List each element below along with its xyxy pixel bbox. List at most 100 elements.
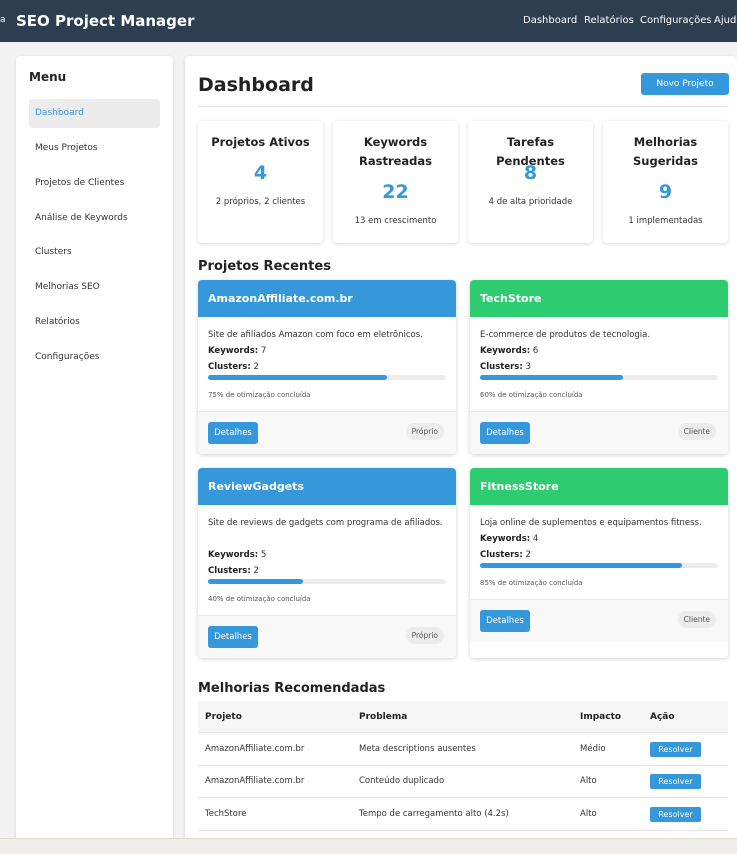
sidebar-item-analise-keywords[interactable]: Análise de Keywords [29, 204, 160, 233]
project-description: Site de afiliados Amazon com foco em ele… [208, 330, 423, 340]
project-description: E-commerce de produtos de tecnologia. [480, 330, 651, 340]
horizontal-scrollbar[interactable] [0, 838, 737, 854]
sidebar-item-meus-projetos[interactable]: Meus Projetos [29, 134, 160, 163]
clusters-label: Clusters: [208, 362, 251, 372]
details-button[interactable]: Detalhes [480, 610, 530, 632]
row-divider [198, 830, 728, 831]
progress-text: 40% de otimização concluída [208, 595, 311, 603]
details-button[interactable]: Detalhes [480, 422, 530, 444]
stat-subtitle: 1 implementadas [628, 216, 703, 226]
progress-fill [480, 563, 683, 568]
stat-subtitle: 2 próprios, 2 clientes [215, 197, 306, 207]
project-type-badge: Próprio [405, 423, 444, 440]
progress-bar [480, 375, 718, 380]
sidebar-item-relatorios[interactable]: Relatórios [29, 308, 160, 337]
stat-subtitle: 13 em crescimento [354, 216, 437, 226]
stat-value: 22 [382, 181, 409, 203]
project-card-header: ReviewGadgets [198, 468, 456, 505]
table-cell-projeto: AmazonAffiliate.com.br [205, 744, 305, 754]
project-name[interactable]: ReviewGadgets [208, 480, 304, 493]
progress-text: 85% de otimização concluída [480, 579, 583, 587]
progress-bar [208, 579, 446, 584]
clusters-value: 2 [525, 550, 531, 560]
project-clusters: Clusters: 2 [208, 362, 259, 372]
table-cell-impacto: Alto [580, 776, 597, 786]
progress-bar [480, 563, 718, 568]
row-divider [198, 732, 728, 733]
recent-projects-title: Projetos Recentes [198, 259, 331, 274]
sidebar-item-projetos-clientes[interactable]: Projetos de Clientes [29, 169, 160, 198]
keywords-label: Keywords: [480, 346, 531, 356]
column-header-acao: Ação [650, 712, 675, 722]
project-card-footer: Detalhes Cliente [470, 411, 728, 454]
project-card-footer: Detalhes Próprio [198, 615, 456, 658]
progress-text: 75% de otimização concluída [208, 391, 311, 399]
stat-card-tarefas: Tarefas Pendentes 8 4 de alta prioridade [468, 121, 593, 243]
title-divider [198, 106, 728, 107]
progress-fill [208, 579, 304, 584]
project-name[interactable]: TechStore [480, 292, 541, 305]
stat-value: 8 [523, 162, 538, 184]
nav-ajuda[interactable]: Ajuda [714, 15, 737, 26]
stat-card-melhorias: Melhorias Sugeridas 9 1 implementadas [603, 121, 728, 243]
table-header: Projeto Problema Impacto Ação [198, 701, 728, 732]
project-card: ReviewGadgets Site de reviews de gadgets… [198, 468, 456, 658]
project-card-footer: Detalhes Próprio [198, 411, 456, 454]
sidebar-item-clusters[interactable]: Clusters [29, 238, 160, 267]
clusters-value: 3 [525, 362, 531, 372]
resolve-button[interactable]: Resolver [650, 807, 701, 822]
progress-text: 60% de otimização concluída [480, 391, 583, 399]
stat-card-projetos-ativos: Projetos Ativos 4 2 próprios, 2 clientes [198, 121, 323, 243]
project-keywords: Keywords: 6 [480, 346, 538, 356]
project-name[interactable]: FitnessStore [480, 480, 559, 493]
table-cell-problema: Conteúdo duplicado [359, 776, 445, 786]
progress-bar [208, 375, 446, 380]
project-card: FitnessStore Loja online de suplementos … [470, 468, 728, 658]
table-cell-problema: Tempo de carregamento alto (4.2s) [359, 809, 509, 819]
column-header-impacto: Impacto [580, 712, 622, 722]
project-card: TechStore E-commerce de produtos de tecn… [470, 280, 728, 454]
column-header-problema: Problema [359, 712, 408, 722]
stat-title: Keywords Rastreadas [358, 135, 433, 168]
project-keywords: Keywords: 5 [208, 550, 266, 560]
improvements-title: Melhorias Recomendadas [198, 681, 386, 696]
stat-subtitle: 4 de alta prioridade [488, 197, 573, 207]
table-cell-impacto: Médio [580, 744, 606, 754]
sidebar-item-dashboard[interactable]: Dashboard [29, 99, 160, 128]
project-keywords: Keywords: 4 [480, 534, 538, 544]
sidebar-item-melhorias-seo[interactable]: Melhorias SEO [29, 273, 160, 302]
new-project-button[interactable]: Novo Projeto [641, 73, 729, 95]
project-name[interactable]: AmazonAffiliate.com.br [208, 292, 353, 305]
stat-title: Melhorias Sugeridas [633, 135, 698, 168]
details-button[interactable]: Detalhes [208, 626, 258, 648]
table-cell-projeto: TechStore [205, 809, 247, 819]
main-panel: Dashboard Novo Projeto Projetos Ativos 4… [185, 56, 737, 846]
nav-dashboard[interactable]: Dashboard [523, 15, 577, 26]
sidebar-item-configuracoes[interactable]: Configurações [29, 343, 160, 372]
resolve-button[interactable]: Resolver [650, 742, 701, 757]
sidebar-title: Menu [29, 70, 67, 84]
project-type-badge: Cliente [677, 611, 716, 628]
page-title: Dashboard [198, 74, 314, 96]
nav-relatorios[interactable]: Relatórios [584, 15, 634, 26]
row-divider [198, 797, 728, 798]
project-description: Site de reviews de gadgets com programa … [208, 518, 443, 528]
project-type-badge: Cliente [677, 423, 716, 440]
project-clusters: Clusters: 2 [208, 566, 259, 576]
project-card-header: AmazonAffiliate.com.br [198, 280, 456, 317]
progress-fill [480, 375, 623, 380]
clusters-label: Clusters: [480, 362, 523, 372]
project-card-header: TechStore [470, 280, 728, 317]
sidebar: Menu Dashboard Meus Projetos Projetos de… [16, 56, 173, 846]
project-keywords: Keywords: 7 [208, 346, 266, 356]
clipped-edge-text: a [0, 15, 6, 25]
project-card-header: FitnessStore [470, 468, 728, 505]
clusters-label: Clusters: [480, 550, 523, 560]
nav-configuracoes[interactable]: Configurações [640, 15, 712, 26]
table-cell-problema: Meta descriptions ausentes [359, 744, 476, 754]
app-title[interactable]: SEO Project Manager [16, 12, 194, 30]
project-type-badge: Próprio [405, 627, 444, 644]
details-button[interactable]: Detalhes [208, 422, 258, 444]
resolve-button[interactable]: Resolver [650, 774, 701, 789]
keywords-value: 4 [532, 534, 539, 544]
